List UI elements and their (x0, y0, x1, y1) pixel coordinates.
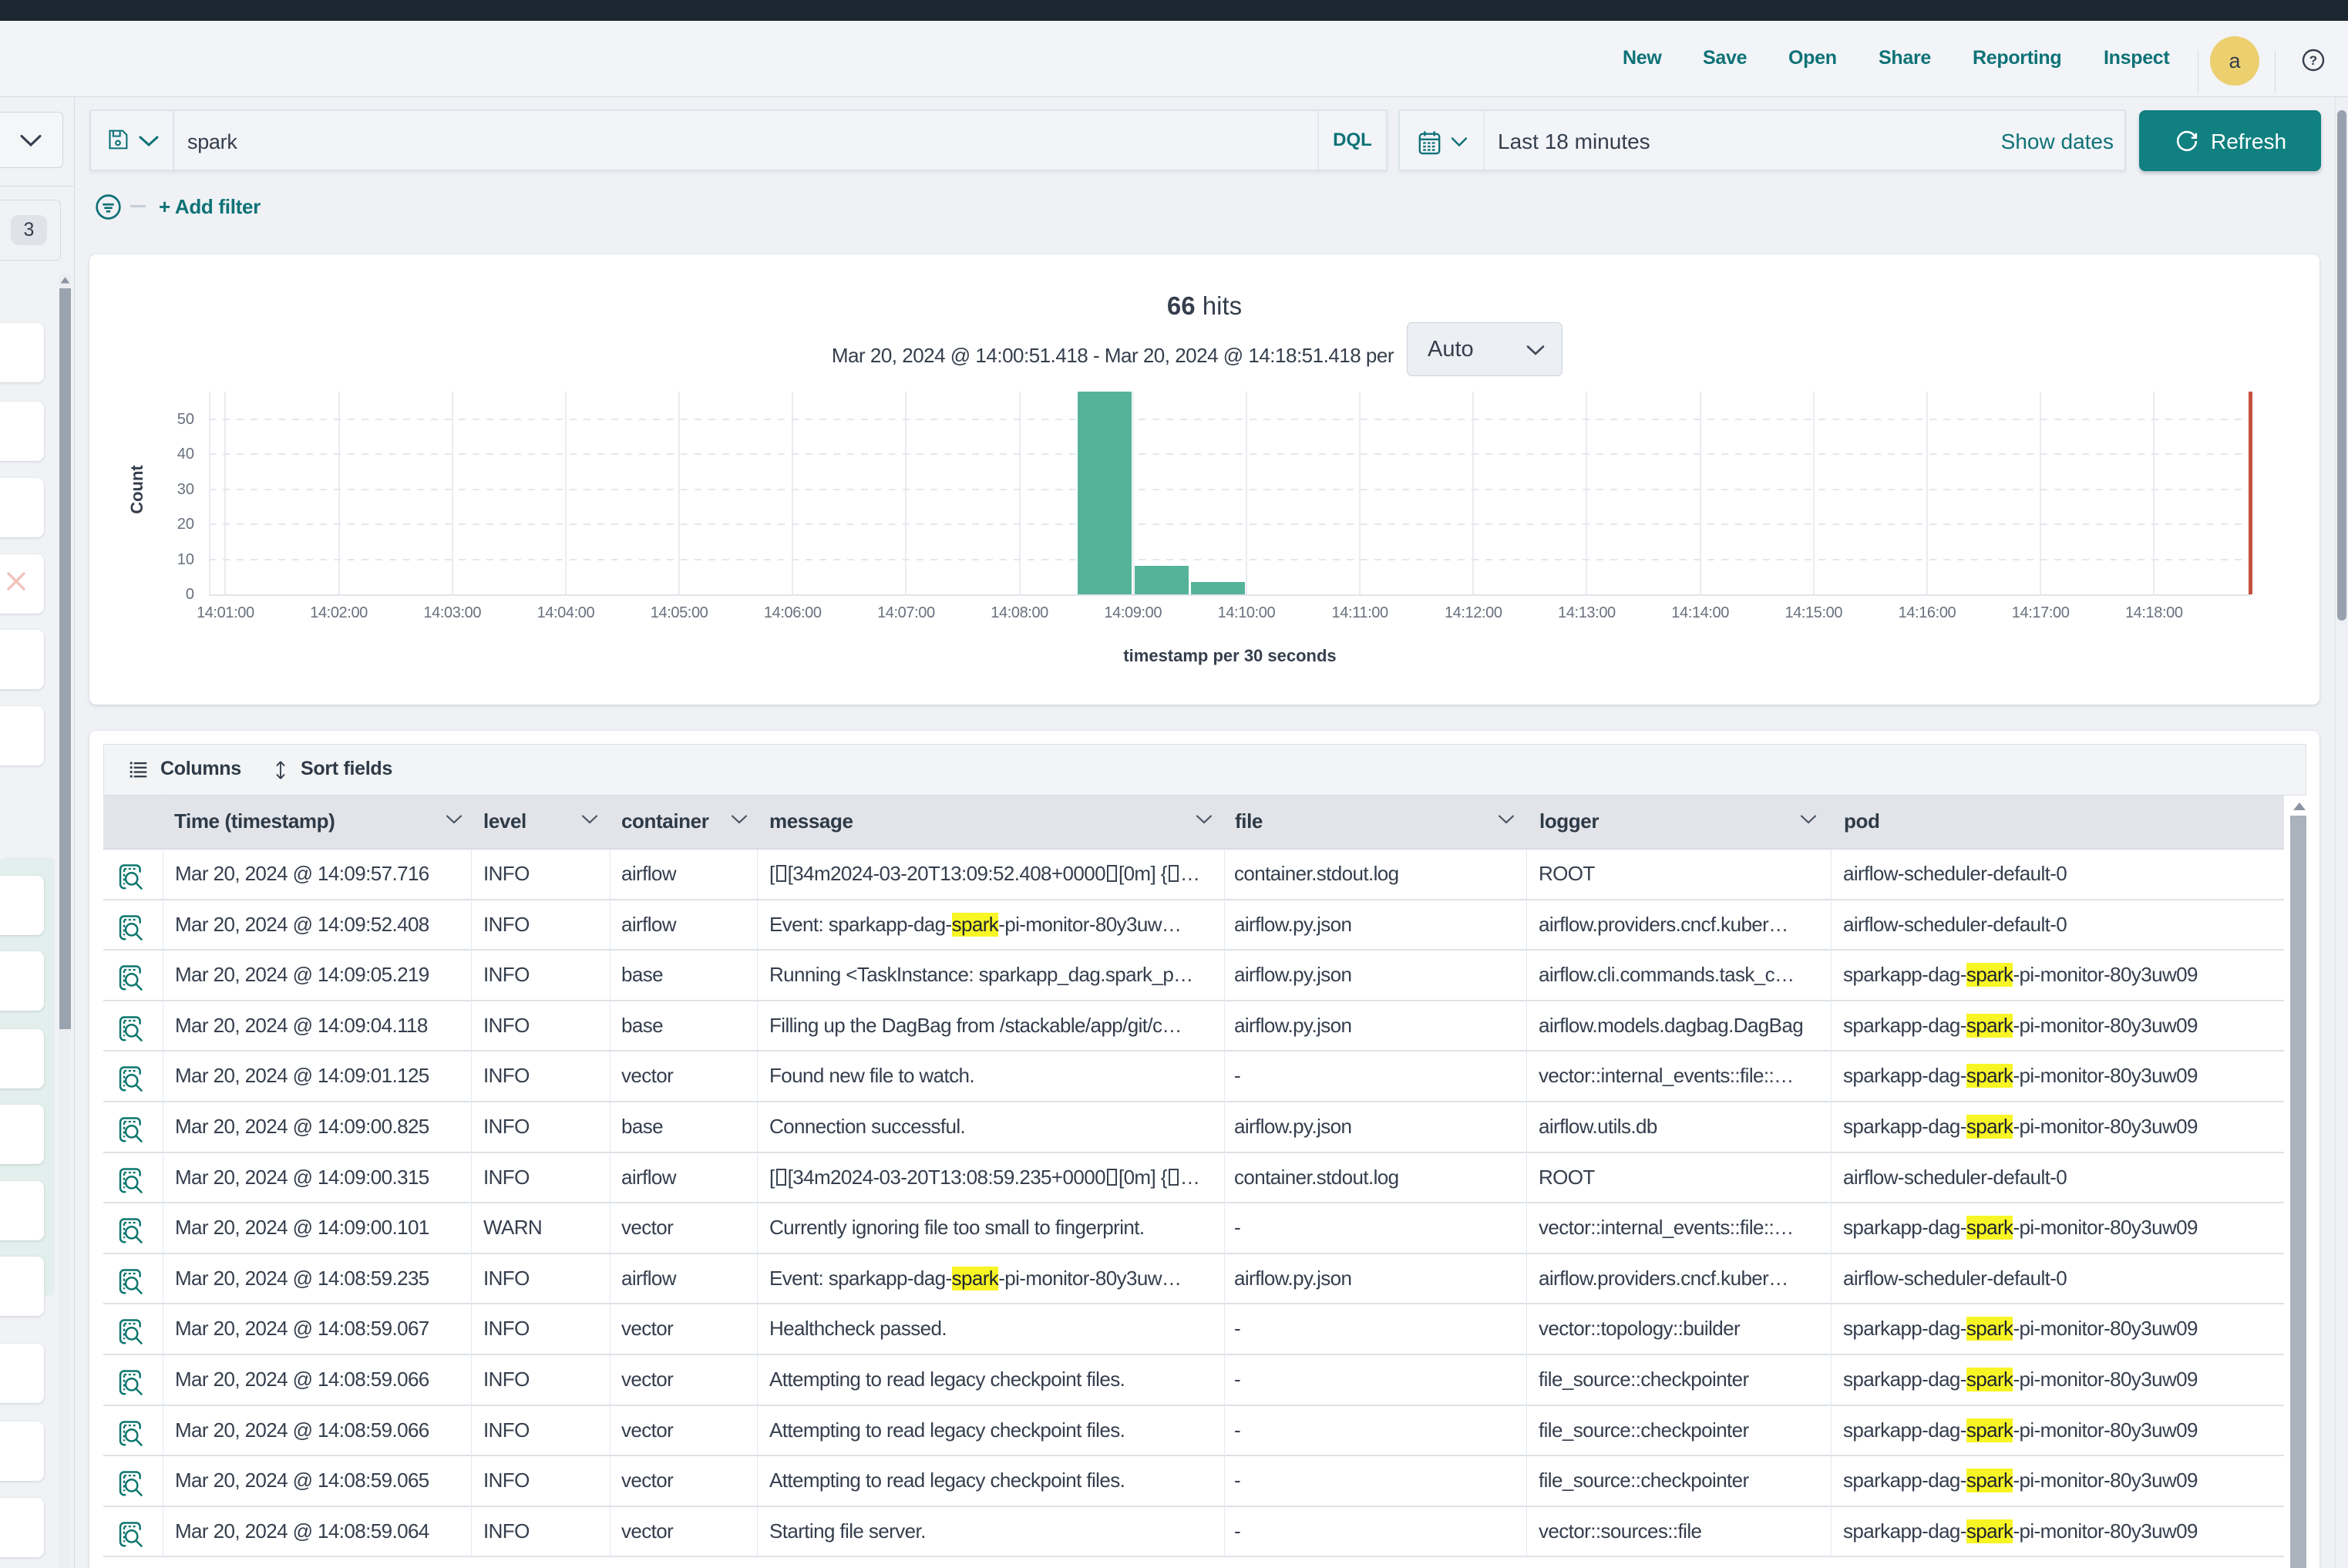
svg-text:?: ? (2309, 53, 2317, 68)
